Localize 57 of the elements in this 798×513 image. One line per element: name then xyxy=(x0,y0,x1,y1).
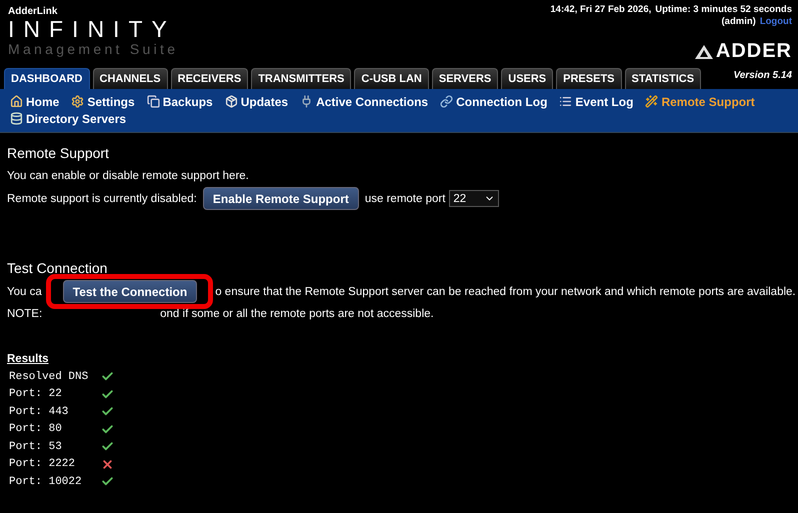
nav-tab[interactable]: STATISTICS xyxy=(624,68,702,89)
link-icon xyxy=(440,95,454,108)
nav-tab[interactable]: USERS xyxy=(501,68,554,89)
subnav-link[interactable]: Home xyxy=(10,93,60,110)
documents-icon xyxy=(146,95,160,108)
subnav-link[interactable]: Directory Servers xyxy=(10,110,126,127)
house-icon xyxy=(10,95,23,108)
nav-tab[interactable]: DASHBOARD xyxy=(4,68,90,89)
subnav-link[interactable]: Connection Log xyxy=(440,93,548,110)
result-label: Port: 22 xyxy=(9,388,63,400)
box-icon xyxy=(224,95,238,108)
emblem-icon xyxy=(694,44,714,60)
wand-icon xyxy=(645,95,658,108)
section-heading: Remote Support xyxy=(7,145,110,161)
brand-small-text: AdderLink xyxy=(8,6,58,17)
results-heading: Results xyxy=(7,353,50,365)
result-label: Resolved DNS xyxy=(9,370,90,383)
result-label: Port: 10022 xyxy=(9,476,83,488)
nav-tab[interactable]: RECEIVERS xyxy=(170,68,248,89)
date-time: 14:42, Fri 27 Feb 2026, xyxy=(550,4,652,16)
subnav-link[interactable]: Updates xyxy=(224,93,288,110)
note-text: ond if some or all the remote ports are not accessible. xyxy=(160,307,434,321)
section-heading: Test Connection xyxy=(7,260,108,276)
port-select[interactable]: 22 xyxy=(449,190,500,207)
result-label: Port: 443 xyxy=(9,406,70,418)
brand-title: INFINITY xyxy=(8,17,177,41)
enable-button[interactable]: Enable Remote Support xyxy=(202,187,359,210)
nav-tab[interactable]: PRESETS xyxy=(556,68,622,89)
description-text: You ca xyxy=(7,284,42,300)
logo-text: ADDER xyxy=(716,40,792,63)
subnav-link[interactable]: Remote Support xyxy=(645,93,755,110)
plug-icon xyxy=(300,95,314,108)
intro-text: You can enable or disable remote support here. xyxy=(7,169,249,184)
subnav-link[interactable]: Event Log xyxy=(559,93,634,110)
uptime-text: Uptime: 3 minutes 52 seconds xyxy=(655,4,792,16)
nav-tab[interactable]: C-USB LAN xyxy=(354,68,429,89)
nav-tab[interactable]: TRANSMITTERS xyxy=(251,68,352,89)
nav-tab[interactable]: CHANNELS xyxy=(92,68,168,89)
subnav-link[interactable]: Settings xyxy=(71,93,135,110)
brand-subtitle: Management Suite xyxy=(8,41,178,57)
status-text: Remote support is currently disabled: xyxy=(7,192,197,206)
database-icon xyxy=(10,112,23,125)
port-label: use remote port xyxy=(364,192,446,206)
result-label: Port: 2222 xyxy=(9,458,76,470)
user-name: (admin) xyxy=(722,16,756,28)
test-button[interactable]: Test the Connection xyxy=(62,280,198,303)
nav-tab[interactable]: SERVERS xyxy=(432,68,498,89)
version-text: Version 5.14 xyxy=(733,70,793,83)
note-label: NOTE: xyxy=(7,307,42,321)
description-text: o ensure that the Remote Support server can be reached from your network and which remote ports are available. xyxy=(215,284,796,300)
gear-icon xyxy=(71,95,84,108)
result-label: Port: 53 xyxy=(9,440,63,453)
list-icon xyxy=(559,95,572,108)
result-label: Port: 80 xyxy=(9,423,63,436)
logout-link[interactable]: Logout xyxy=(760,16,792,28)
subnav-link[interactable]: Active Connections xyxy=(300,93,428,110)
subnav-link[interactable]: Backups xyxy=(146,93,213,110)
